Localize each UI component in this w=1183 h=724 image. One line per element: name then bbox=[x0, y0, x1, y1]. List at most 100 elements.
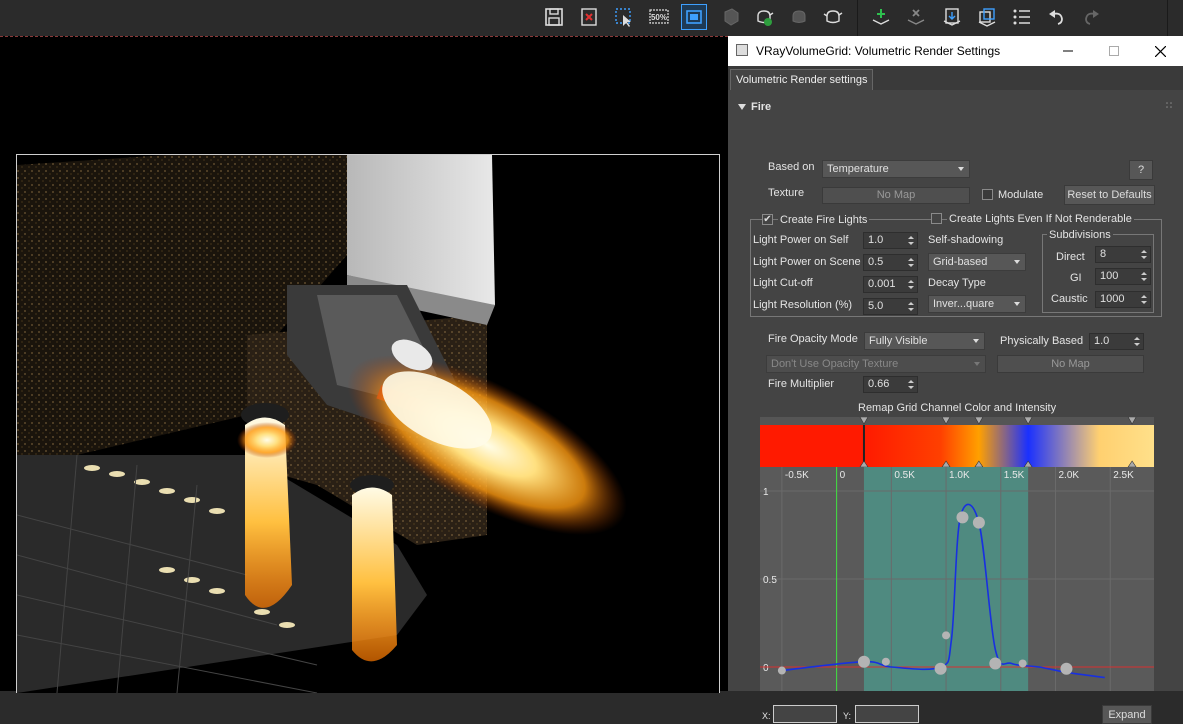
render-image bbox=[16, 154, 720, 693]
physically-based-spinner[interactable]: 1.0 bbox=[1089, 333, 1144, 350]
texture-map-button[interactable]: No Map bbox=[822, 187, 970, 204]
opacity-map-button: No Map bbox=[997, 355, 1144, 373]
y-coord-label: Y: bbox=[843, 711, 852, 721]
gi-spinner[interactable]: 100 bbox=[1095, 268, 1151, 285]
create-fire-lights-label: Create Fire Lights bbox=[778, 214, 870, 226]
physically-based-label: Physically Based bbox=[1000, 335, 1084, 347]
caustic-spinner[interactable]: 1000 bbox=[1095, 291, 1151, 308]
modulate-checkbox[interactable] bbox=[982, 189, 993, 200]
drag-grip-icon bbox=[1166, 102, 1172, 108]
curve-control-point[interactable] bbox=[934, 662, 947, 675]
curve-control-point[interactable] bbox=[1060, 662, 1073, 675]
section-title[interactable]: Fire bbox=[751, 101, 771, 113]
based-on-value: Temperature bbox=[827, 163, 889, 175]
light-power-scene-label: Light Power on Scene bbox=[753, 256, 861, 268]
curve-control-point[interactable] bbox=[972, 516, 985, 529]
x-coord-label: X: bbox=[762, 711, 771, 721]
y-coord-field[interactable] bbox=[855, 705, 919, 723]
expand-button[interactable]: Expand bbox=[1102, 705, 1152, 724]
gi-label: GI bbox=[1070, 272, 1082, 284]
light-power-scene-value: 0.5 bbox=[868, 256, 884, 268]
light-cutoff-value: 0.001 bbox=[868, 278, 896, 290]
close-icon bbox=[1154, 45, 1166, 57]
y-tick-label: 0 bbox=[763, 663, 769, 674]
delete-icon[interactable] bbox=[576, 4, 602, 30]
fire-multiplier-label: Fire Multiplier bbox=[768, 378, 835, 390]
select-region-icon[interactable] bbox=[611, 4, 637, 30]
curve-control-point[interactable] bbox=[942, 631, 951, 640]
subdivisions-label: Subdivisions bbox=[1047, 229, 1113, 241]
redo-icon bbox=[1078, 4, 1104, 30]
x-tick-label: 0 bbox=[840, 470, 846, 481]
gi-value: 100 bbox=[1100, 270, 1119, 282]
chevron-down-icon bbox=[974, 362, 980, 366]
chevron-down-icon bbox=[1014, 260, 1020, 264]
curve-control-point[interactable] bbox=[881, 657, 890, 666]
self-shadowing-label: Self-shadowing bbox=[928, 234, 1004, 246]
y-tick-label: 1 bbox=[763, 487, 769, 498]
light-resolution-label: Light Resolution (%) bbox=[753, 299, 853, 311]
list-icon[interactable] bbox=[1009, 4, 1035, 30]
minimize-icon bbox=[1063, 50, 1073, 52]
tab-bar: Volumetric Render settings bbox=[728, 66, 1183, 90]
teapot-icon[interactable] bbox=[820, 4, 846, 30]
x-tick-label: 2.5K bbox=[1113, 470, 1134, 481]
create-fire-lights-checkbox[interactable]: ✔ bbox=[762, 214, 773, 225]
app-icon bbox=[736, 44, 748, 56]
collapse-arrow-icon[interactable] bbox=[738, 103, 746, 111]
texture-label: Texture bbox=[768, 187, 805, 199]
undo-icon[interactable] bbox=[1044, 4, 1070, 30]
decay-type-label: Decay Type bbox=[928, 277, 986, 289]
remap-title: Remap Grid Channel Color and Intensity bbox=[858, 402, 1057, 414]
remove-layer-icon[interactable] bbox=[903, 4, 929, 30]
based-on-dropdown[interactable]: Temperature bbox=[822, 160, 970, 178]
direct-label: Direct bbox=[1056, 251, 1085, 263]
curve-control-point[interactable] bbox=[857, 655, 870, 668]
close-button[interactable] bbox=[1137, 36, 1183, 66]
gradient-fill bbox=[760, 425, 1154, 467]
decay-type-dropdown[interactable]: Inver...quare bbox=[928, 295, 1026, 313]
create-lights-not-renderable-checkbox[interactable] bbox=[931, 213, 942, 224]
dialog-titlebar[interactable]: VRayVolumeGrid: Volumetric Render Settin… bbox=[728, 36, 1183, 66]
frame-icon[interactable] bbox=[681, 4, 707, 30]
light-resolution-value: 5.0 bbox=[868, 300, 884, 312]
chevron-down-icon bbox=[958, 167, 964, 171]
fire-opacity-mode-dropdown[interactable]: Fully Visible bbox=[864, 332, 985, 350]
viewport[interactable] bbox=[0, 36, 728, 693]
caustic-label: Caustic bbox=[1051, 293, 1088, 305]
fire-multiplier-spinner[interactable]: 0.66 bbox=[863, 376, 918, 393]
curve-control-point[interactable] bbox=[956, 511, 969, 524]
volumetric-render-settings-dialog: VRayVolumeGrid: Volumetric Render Settin… bbox=[728, 36, 1183, 724]
export-icon[interactable] bbox=[939, 4, 965, 30]
intensity-curve-editor[interactable]: -0.5K 0 0.5K 1.0K 1.5K 2.0K 2.5K 1 0.5 0 bbox=[760, 467, 1154, 691]
maximize-icon bbox=[1109, 46, 1119, 56]
curve-control-point[interactable] bbox=[777, 666, 786, 675]
x-coord-field[interactable] bbox=[773, 705, 837, 723]
x-tick-label: 2.0K bbox=[1059, 470, 1080, 481]
curve-control-point[interactable] bbox=[989, 657, 1002, 670]
self-shadowing-dropdown[interactable]: Grid-based bbox=[928, 253, 1026, 271]
fire-multiplier-value: 0.66 bbox=[868, 378, 890, 390]
dialog-title: VRayVolumeGrid: Volumetric Render Settin… bbox=[756, 44, 1001, 58]
light-cutoff-spinner[interactable]: 0.001 bbox=[863, 276, 918, 293]
caustic-value: 1000 bbox=[1100, 293, 1125, 305]
light-power-self-spinner[interactable]: 1.0 bbox=[863, 232, 918, 249]
color-gradient-bar[interactable] bbox=[760, 417, 1154, 467]
duplicate-icon[interactable] bbox=[974, 4, 1000, 30]
percent-icon[interactable]: 50% bbox=[646, 4, 672, 30]
curve-control-point[interactable] bbox=[1018, 659, 1027, 668]
teapot-render-icon[interactable] bbox=[751, 4, 777, 30]
reset-to-defaults-button[interactable]: Reset to Defaults bbox=[1064, 185, 1155, 205]
save-icon[interactable] bbox=[541, 4, 567, 30]
light-power-scene-spinner[interactable]: 0.5 bbox=[863, 254, 918, 271]
maximize-button bbox=[1091, 36, 1137, 66]
add-layer-icon[interactable] bbox=[868, 4, 894, 30]
light-resolution-spinner[interactable]: 5.0 bbox=[863, 298, 918, 315]
tab-volumetric-render-settings[interactable]: Volumetric Render settings bbox=[730, 69, 874, 90]
help-button[interactable]: ? bbox=[1129, 160, 1153, 180]
x-tick-label: 1.0K bbox=[949, 470, 970, 481]
x-tick-label: -0.5K bbox=[785, 470, 809, 481]
direct-spinner[interactable]: 8 bbox=[1095, 246, 1151, 263]
minimize-button[interactable] bbox=[1045, 36, 1091, 66]
percent-label: 50% bbox=[651, 13, 667, 22]
